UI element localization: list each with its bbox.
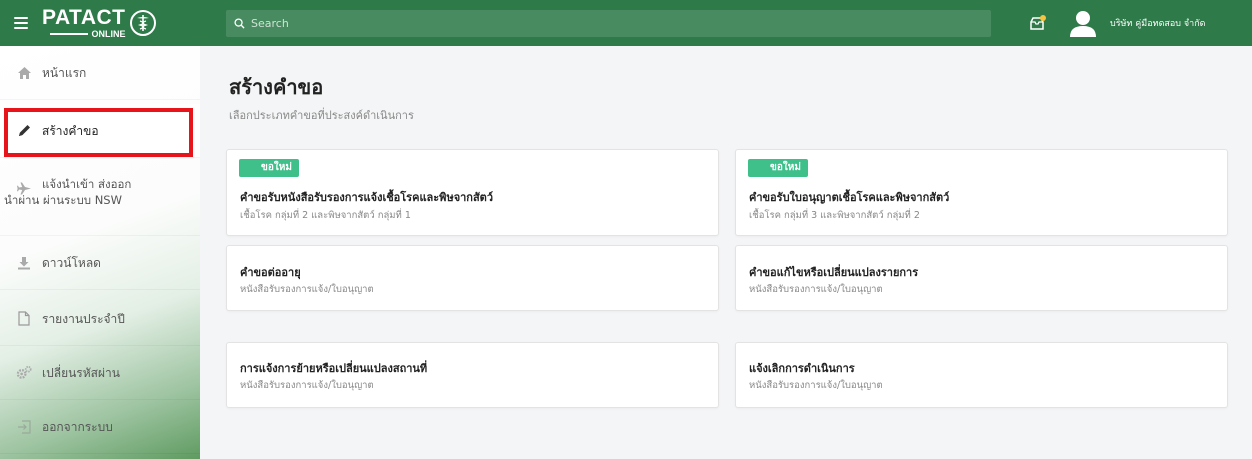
card-subtitle: เชื้อโรค กลุ่มที่ 2 และพิษจากสัตว์ กลุ่ม… (240, 210, 411, 221)
sidebar-item-label: สร้างคำขอ (42, 123, 99, 138)
search-input[interactable] (251, 17, 951, 30)
new-badge: ขอใหม่ (239, 159, 299, 177)
download-icon (16, 255, 32, 271)
sidebar: หน้าแรก สร้างคำขอ แจ้งนำเข้า ส่งออก นำผ่… (0, 46, 200, 459)
sidebar-item-label: ออกจากระบบ (42, 419, 113, 434)
search-icon (234, 14, 245, 33)
sidebar-item-annual-report[interactable]: รายงานประจำปี (0, 292, 200, 346)
card-title: คำขอรับหนังสือรับรองการแจ้งเชื้อโรคและพิ… (240, 191, 494, 204)
sidebar-item-download[interactable]: ดาวน์โหลด (0, 236, 200, 290)
page-title: สร้างคำขอ (229, 75, 324, 99)
logo-subtext: ONLINE (91, 28, 126, 39)
gears-icon (16, 365, 32, 381)
card-subtitle: หนังสือรับรองการแจ้ง/ใบอนุญาต (749, 380, 883, 391)
sidebar-item-label: ดาวน์โหลด (42, 255, 101, 270)
search-bar[interactable] (226, 10, 991, 37)
request-card-cancellation[interactable]: แจ้งเลิกการดำเนินการ หนังสือรับรองการแจ้… (735, 342, 1228, 408)
card-title: การแจ้งการย้ายหรือเปลี่ยนแปลงสถานที่ (240, 362, 428, 375)
new-badge: ขอใหม่ (748, 159, 808, 177)
card-title: แจ้งเลิกการดำเนินการ (749, 362, 855, 375)
user-avatar-icon[interactable] (1068, 8, 1098, 38)
sidebar-item-label: รายงานประจำปี (42, 311, 125, 326)
card-subtitle: หนังสือรับรองการแจ้ง/ใบอนุญาต (240, 284, 374, 295)
user-name[interactable]: บริษัท คู่มือทดสอบ จำกัด (1110, 16, 1206, 30)
document-icon (16, 311, 32, 327)
sidebar-item-label: แจ้งนำเข้า ส่งออก นำผ่าน ผ่านระบบ NSW (4, 177, 132, 207)
card-title: คำขอต่ออายุ (240, 266, 301, 279)
sidebar-item-home[interactable]: หน้าแรก (0, 46, 200, 100)
request-card-new-license[interactable]: ขอใหม่ คำขอรับใบอนุญาตเชื้อโรคและพิษจากส… (735, 149, 1228, 236)
sidebar-item-label: หน้าแรก (42, 65, 87, 80)
hamburger-menu-icon[interactable] (14, 17, 28, 29)
card-subtitle: หนังสือรับรองการแจ้ง/ใบอนุญาต (240, 380, 374, 391)
sidebar-item-logout[interactable]: ออกจากระบบ (0, 400, 200, 454)
card-subtitle: หนังสือรับรองการแจ้ง/ใบอนุญาต (749, 284, 883, 295)
main-content: สร้างคำขอ เลือกประเภทคำขอที่ประสงค์ดำเนิ… (200, 46, 1252, 459)
sidebar-item-create-request[interactable]: สร้างคำขอ (0, 104, 200, 158)
notification-inbox-icon[interactable] (1029, 14, 1047, 32)
logo[interactable]: PATACT ONLINE (42, 0, 157, 46)
page-subtitle: เลือกประเภทคำขอที่ประสงค์ดำเนินการ (229, 109, 414, 122)
card-title: คำขอแก้ไขหรือเปลี่ยนแปลงรายการ (749, 266, 919, 279)
request-card-relocation[interactable]: การแจ้งการย้ายหรือเปลี่ยนแปลงสถานที่ หนั… (226, 342, 719, 408)
sidebar-item-label: เปลี่ยนรหัสผ่าน (42, 365, 120, 380)
request-card-renewal[interactable]: คำขอต่ออายุ หนังสือรับรองการแจ้ง/ใบอนุญา… (226, 245, 719, 311)
request-card-new-notification-certificate[interactable]: ขอใหม่ คำขอรับหนังสือรับรองการแจ้งเชื้อโ… (226, 149, 719, 236)
caduceus-emblem-icon (130, 10, 157, 36)
card-subtitle: เชื้อโรค กลุ่มที่ 3 และพิษจากสัตว์ กลุ่ม… (749, 210, 920, 221)
sidebar-item-nsw-notify[interactable]: แจ้งนำเข้า ส่งออก นำผ่าน ผ่านระบบ NSW (0, 158, 200, 236)
sidebar-item-change-password[interactable]: เปลี่ยนรหัสผ่าน (0, 346, 200, 400)
card-title: คำขอรับใบอนุญาตเชื้อโรคและพิษจากสัตว์ (749, 191, 950, 204)
request-card-amendment[interactable]: คำขอแก้ไขหรือเปลี่ยนแปลงรายการ หนังสือรั… (735, 245, 1228, 311)
home-icon (16, 65, 32, 81)
logo-text: PATACT (42, 5, 126, 29)
pencil-icon (16, 123, 32, 139)
logout-icon (16, 419, 32, 435)
